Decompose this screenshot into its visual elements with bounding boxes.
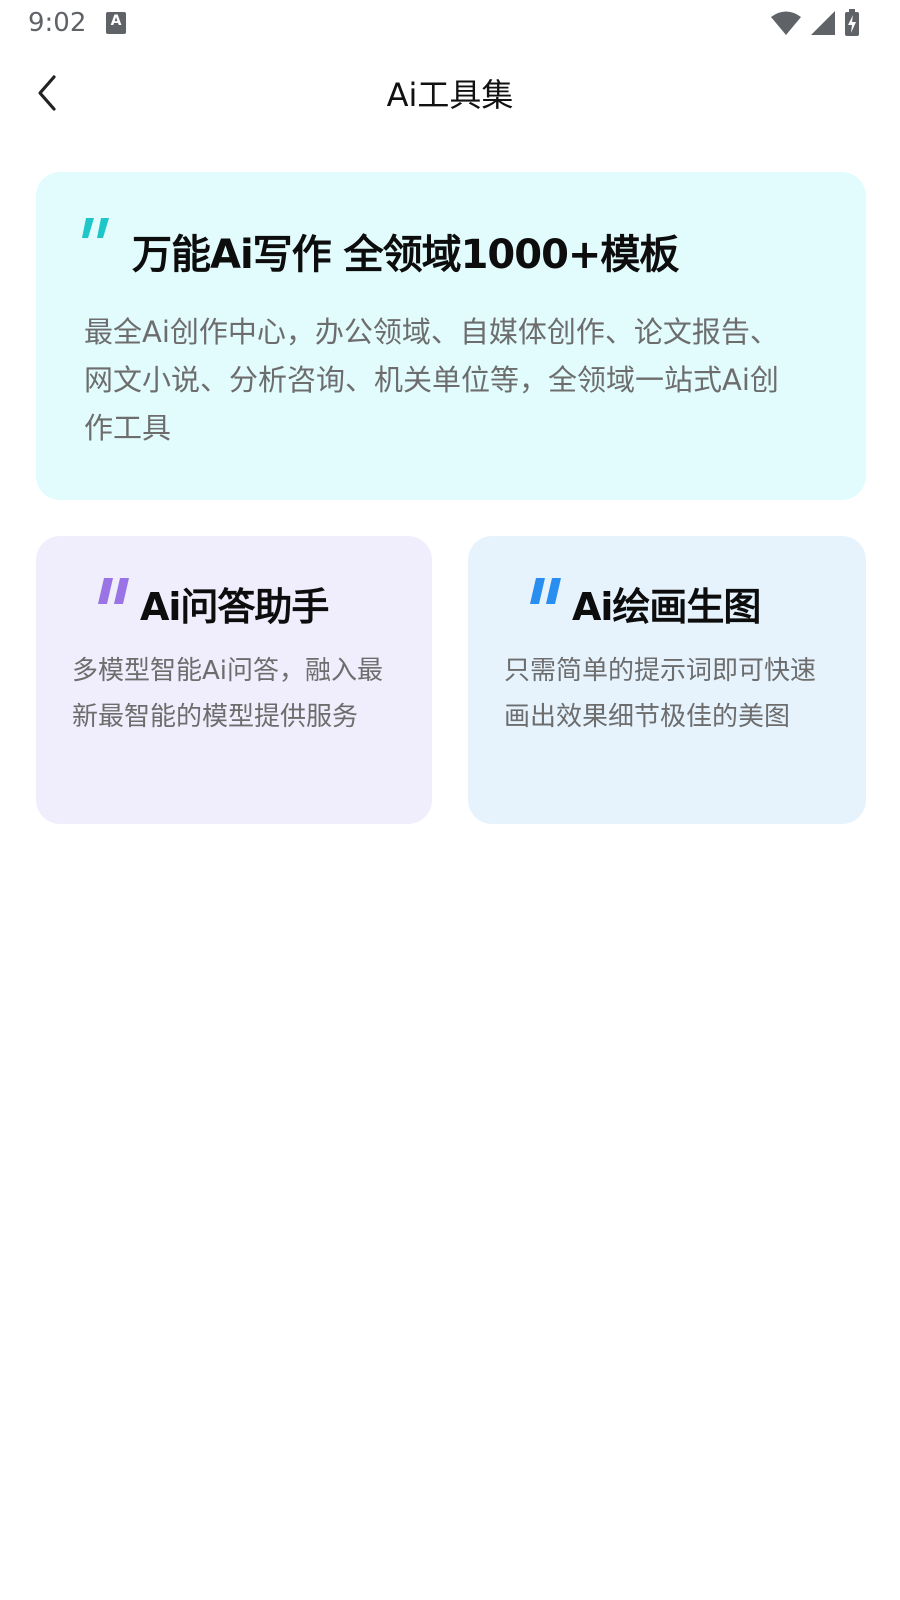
ai-qa-title: Ai问答助手 — [140, 585, 329, 629]
ai-qa-card[interactable]: Ai问答助手 多模型智能Ai问答，融入最新最智能的模型提供服务 — [36, 536, 432, 824]
ai-drawing-title: Ai绘画生图 — [572, 585, 761, 629]
status-bar: 9:02 A — [0, 0, 900, 48]
ai-drawing-description: 只需简单的提示词即可快速画出效果细节极佳的美图 — [504, 656, 817, 732]
quote-icon — [98, 578, 129, 604]
quote-icon — [82, 218, 109, 238]
quote-icon — [530, 578, 561, 604]
a-notification-icon: A — [106, 12, 126, 34]
ai-writing-description: 最全Ai创作中心，办公领域、自媒体创作、论文报告、网文小说、分析咨询、机关单位等… — [84, 315, 779, 445]
status-time: 9:02 — [28, 8, 87, 38]
ai-qa-description: 多模型智能Ai问答，融入最新最智能的模型提供服务 — [72, 656, 384, 732]
signal-icon — [811, 11, 835, 35]
ai-drawing-card[interactable]: Ai绘画生图 只需简单的提示词即可快速画出效果细节极佳的美图 — [468, 536, 866, 824]
ai-writing-title: 万能Ai写作 全领域1000+模板 — [132, 232, 679, 278]
status-icons — [770, 8, 860, 38]
page-title: Ai工具集 — [386, 76, 514, 114]
header: Ai工具集 — [0, 58, 900, 128]
battery-charging-icon — [845, 9, 859, 36]
wifi-icon — [771, 11, 801, 35]
ai-writing-card[interactable]: 万能Ai写作 全领域1000+模板 最全Ai创作中心，办公领域、自媒体创作、论文… — [36, 172, 866, 500]
